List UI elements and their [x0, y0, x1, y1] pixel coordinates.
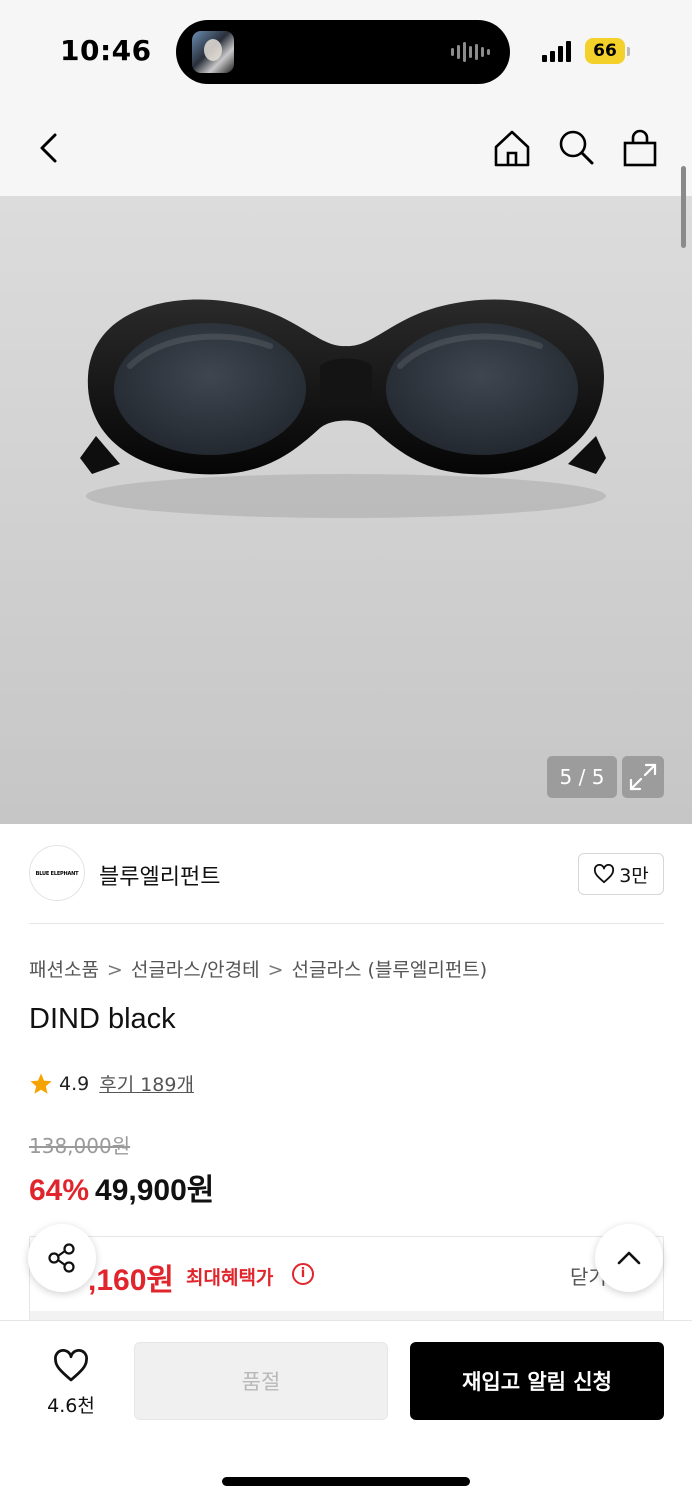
scrollbar[interactable]: [681, 166, 686, 248]
brand-logo[interactable]: BLUE ELEPHANT: [29, 845, 85, 901]
top-nav: [0, 100, 692, 196]
brand-row[interactable]: BLUE ELEPHANT 블루엘리펀트 3만: [29, 845, 664, 903]
breadcrumb-item[interactable]: 선글라스/안경테: [131, 959, 260, 981]
discount-rate: 64%: [29, 1174, 90, 1207]
chevron-up-icon: [617, 1251, 641, 1265]
chevron-right-icon: >: [106, 959, 123, 981]
image-counter: 5 / 5: [547, 756, 617, 798]
price-row: 64% 49,900원: [29, 1165, 214, 1209]
dynamic-island[interactable]: [176, 20, 510, 84]
soldout-button[interactable]: 품절: [134, 1342, 388, 1420]
scroll-top-button[interactable]: [595, 1224, 663, 1292]
expand-icon[interactable]: [622, 756, 664, 798]
shopping-bag-icon[interactable]: [620, 128, 660, 168]
home-indicator[interactable]: [222, 1477, 470, 1486]
audio-waveform-icon: [451, 42, 490, 62]
home-icon[interactable]: [492, 128, 532, 168]
bottom-action-bar: 4.6천 품절 재입고 알림 신청: [0, 1320, 692, 1500]
breadcrumb: 패션소품 > 선글라스/안경테 > 선글라스 (블루엘리펀트): [29, 955, 487, 982]
now-playing-thumbnail: [192, 31, 234, 73]
status-bar: 10:46 66: [0, 0, 692, 100]
restock-alert-button[interactable]: 재입고 알림 신청: [410, 1342, 664, 1420]
heart-icon: [594, 864, 615, 884]
original-price: 138,000원: [29, 1134, 131, 1158]
product-image-gallery[interactable]: 5 / 5: [0, 196, 692, 824]
status-time: 10:46: [60, 34, 152, 67]
back-chevron-icon[interactable]: [30, 128, 70, 168]
search-icon[interactable]: [556, 128, 596, 168]
max-benefit-box[interactable]: ,160원 최대혜택가 i 닫기: [29, 1236, 664, 1326]
info-icon[interactable]: i: [292, 1263, 314, 1285]
chevron-right-icon: >: [267, 959, 284, 981]
sunglasses-image: [80, 299, 606, 518]
rating-score: 4.9: [59, 1072, 90, 1095]
sale-price: 49,900원: [95, 1174, 215, 1207]
brand-like-button[interactable]: 3만: [578, 853, 664, 895]
rating-row: 4.9 후기 189개: [29, 1070, 194, 1097]
breadcrumb-item[interactable]: 패션소품: [29, 959, 99, 981]
star-icon: [30, 1073, 52, 1094]
breadcrumb-item[interactable]: 선글라스 (블루엘리펀트): [292, 959, 488, 981]
battery-indicator: 66: [585, 38, 625, 64]
brand-like-count: 3만: [619, 864, 649, 887]
wishlist-button[interactable]: 4.6천: [36, 1349, 106, 1418]
benefit-label: 최대혜택가: [186, 1267, 274, 1289]
divider: [29, 923, 664, 924]
product-title: DIND black: [29, 1003, 176, 1035]
wishlist-count: 4.6천: [47, 1395, 95, 1417]
cellular-signal-icon: [542, 40, 571, 62]
battery-tip: [627, 47, 630, 56]
share-icon: [48, 1243, 75, 1273]
benefit-price: ,160원: [88, 1264, 174, 1297]
share-button[interactable]: [28, 1224, 96, 1292]
brand-name[interactable]: 블루엘리펀트: [99, 859, 220, 891]
heart-icon: [54, 1349, 88, 1382]
reviews-link[interactable]: 후기 189개: [99, 1070, 194, 1097]
